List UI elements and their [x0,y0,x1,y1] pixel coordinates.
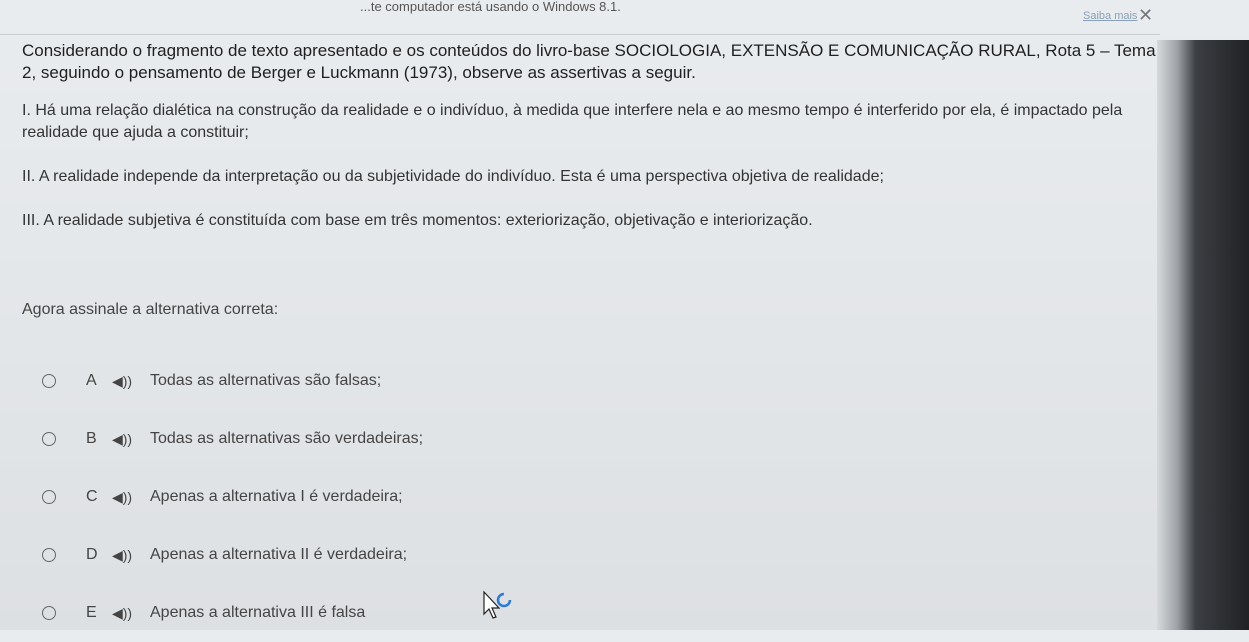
speaker-icon[interactable]: ◀)) [112,431,150,448]
option-c[interactable]: C ◀)) Apenas a alternativa I é verdadeir… [42,468,423,526]
radio-button[interactable] [42,432,56,446]
radio-button[interactable] [42,374,56,388]
option-e[interactable]: E ◀)) Apenas a alternativa III é falsa [42,584,423,642]
radio-button[interactable] [42,548,56,562]
option-text: Apenas a alternativa I é verdadeira; [150,488,403,505]
assertion-2: II. A realidade independe da interpretaç… [22,168,884,185]
assertion-3: III. A realidade subjetiva é constituída… [22,212,813,229]
question-text: Considerando o fragmento de texto aprese… [22,41,1156,82]
speaker-icon[interactable]: ◀)) [112,547,150,564]
option-letter: C [86,488,98,505]
option-text: Todas as alternativas são verdadeiras; [150,430,424,447]
option-letter: A [86,372,97,389]
option-b[interactable]: B ◀)) Todas as alternativas são verdadei… [42,410,423,468]
close-icon[interactable]: ✕ [1138,5,1153,26]
screen-bezel [1157,40,1249,630]
banner-text: ...te computador está usando o Windows 8… [360,0,621,14]
option-d[interactable]: D ◀)) Apenas a alternativa II é verdadei… [42,526,423,584]
option-text: Apenas a alternativa II é verdadeira; [150,546,408,563]
busy-cursor-icon [483,590,512,619]
option-letter: E [86,604,97,621]
radio-button[interactable] [42,490,56,504]
option-letter: D [86,546,98,563]
option-a[interactable]: A ◀)) Todas as alternativas são falsas; [42,352,423,410]
radio-button[interactable] [42,606,56,620]
assertion-1: I. Há uma relação dialética na construçã… [22,102,1123,141]
learn-more-link[interactable]: Saiba mais [1083,10,1137,22]
speaker-icon[interactable]: ◀)) [112,605,150,622]
answer-prompt: Agora assinale a alternativa correta: [22,301,279,318]
options-list: A ◀)) Todas as alternativas são falsas; … [42,352,423,642]
speaker-icon[interactable]: ◀)) [112,373,150,390]
question-panel: Considerando o fragmento de texto aprese… [22,40,1162,621]
option-text: Todas as alternativas são falsas; [150,372,382,389]
option-letter: B [86,430,97,447]
speaker-icon[interactable]: ◀)) [112,489,150,506]
option-text: Apenas a alternativa III é falsa [150,604,366,621]
notification-banner: ...te computador está usando o Windows 8… [0,0,1160,35]
